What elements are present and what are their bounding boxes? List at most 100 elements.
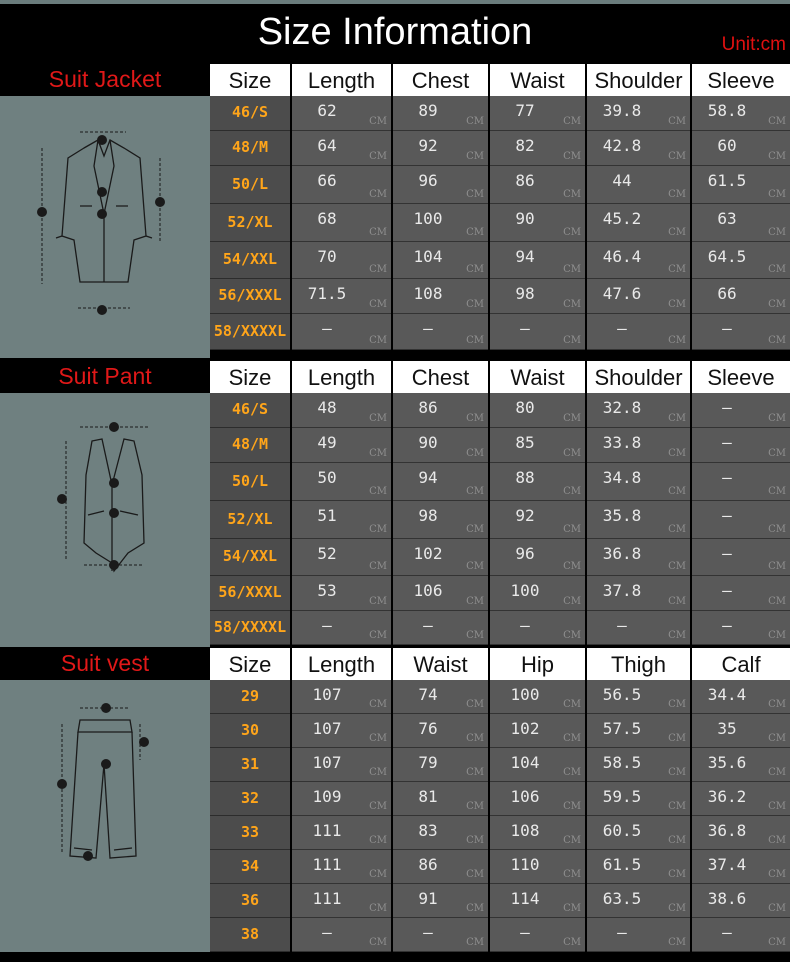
measurement-cell: — CM	[692, 539, 790, 576]
column-header: Sleeve	[692, 361, 790, 393]
pants-diagram-icon	[0, 680, 210, 952]
measurement-value: 63	[717, 209, 737, 228]
column-header: Calf	[692, 648, 790, 680]
measurement-value: 32.8	[602, 398, 642, 417]
unit-label: CM	[466, 413, 484, 424]
measurement-cell: 64 CM	[292, 131, 391, 166]
table-row: 50/L 66 CM 96 CM 86 CM 44 CM 61.5 CM	[210, 166, 790, 204]
unit-label: CM	[466, 524, 484, 535]
measurement-value: —	[520, 923, 530, 942]
measurement-value: —	[617, 923, 627, 942]
unit-label: CM	[466, 189, 484, 200]
measurement-value: 109	[312, 787, 342, 806]
unit-label: CM	[768, 596, 786, 607]
unit-label: CM	[369, 699, 387, 710]
unit-label: CM	[768, 116, 786, 127]
measurement-value: 96	[515, 544, 535, 563]
measurement-cell: — CM	[490, 314, 585, 350]
measurement-value: 64	[317, 136, 337, 155]
measurement-value: —	[520, 616, 530, 635]
measurement-value: 35.6	[707, 753, 747, 772]
unit-label: Unit:cm	[721, 34, 786, 55]
section-title: Suit Jacket	[0, 64, 210, 96]
unit-label: CM	[668, 630, 686, 641]
table-row: 58/XXXXL — CM — CM — CM — CM — CM	[210, 314, 790, 350]
unit-label: CM	[466, 869, 484, 880]
unit-label: CM	[563, 903, 581, 914]
measurement-cell: 64.5 CM	[692, 242, 790, 279]
column-header: Thigh	[587, 648, 690, 680]
table-row: 34 111 CM 86 CM 110 CM 61.5 CM 37.4 CM	[210, 850, 790, 884]
unit-label: CM	[668, 835, 686, 846]
page-title: Size Information	[257, 11, 533, 53]
measurement-cell: 107 CM	[292, 748, 391, 782]
unit-label: CM	[768, 937, 786, 948]
unit-label: CM	[369, 630, 387, 641]
measurement-value: 45.2	[602, 209, 642, 228]
unit-label: CM	[466, 116, 484, 127]
unit-label: CM	[466, 448, 484, 459]
measurement-value: 62	[317, 101, 337, 120]
measurement-cell: 53 CM	[292, 576, 391, 611]
unit-label: CM	[466, 299, 484, 310]
measurement-value: 38.6	[707, 889, 747, 908]
measurement-cell: 34.4 CM	[692, 680, 790, 714]
unit-label: CM	[369, 733, 387, 744]
unit-label: CM	[768, 630, 786, 641]
unit-label: CM	[466, 561, 484, 572]
measurement-value: 36.8	[707, 821, 747, 840]
unit-label: CM	[369, 903, 387, 914]
measurement-cell: 100 CM	[490, 680, 585, 714]
measurement-value: 92	[418, 136, 438, 155]
measurement-value: 61.5	[602, 855, 642, 874]
unit-label: CM	[768, 189, 786, 200]
unit-label: CM	[466, 937, 484, 948]
column-header: Waist	[490, 361, 585, 393]
measurement-value: 104	[413, 247, 443, 266]
measurement-cell: 104 CM	[393, 242, 488, 279]
measurement-cell: 50 CM	[292, 463, 391, 501]
unit-label: CM	[466, 767, 484, 778]
measurement-cell: 94 CM	[490, 242, 585, 279]
measurement-value: 71.5	[307, 284, 347, 303]
measurement-cell: 100 CM	[490, 576, 585, 611]
measurement-cell: 36.8 CM	[587, 539, 690, 576]
size-cell: 31	[210, 748, 290, 782]
measurement-value: —	[722, 319, 732, 338]
unit-label: CM	[369, 801, 387, 812]
column-header: Chest	[393, 361, 488, 393]
measurement-cell: 60.5 CM	[587, 816, 690, 850]
unit-label: CM	[563, 486, 581, 497]
unit-label: CM	[563, 151, 581, 162]
measurement-value: 98	[418, 506, 438, 525]
measurement-value: —	[617, 319, 627, 338]
unit-label: CM	[668, 869, 686, 880]
measurement-cell: — CM	[292, 611, 391, 645]
size-cell: 58/XXXXL	[210, 611, 290, 645]
unit-label: CM	[768, 767, 786, 778]
measurement-cell: — CM	[587, 918, 690, 952]
measurement-value: 36.2	[707, 787, 747, 806]
measurement-cell: 57.5 CM	[587, 714, 690, 748]
column-header: Waist	[490, 64, 585, 96]
measurement-cell: 88 CM	[490, 463, 585, 501]
measurement-value: —	[423, 923, 433, 942]
measurement-value: 92	[515, 506, 535, 525]
measurement-value: 107	[312, 753, 342, 772]
section-suit-vest: Suit vest Size Length Waist Hip Thigh Calf 29…	[0, 648, 790, 952]
measurement-value: 107	[312, 719, 342, 738]
measurement-value: 80	[515, 398, 535, 417]
section-suit-pant: Suit Pant Size Length Chest Waist Shoulder Sl…	[0, 361, 790, 647]
measurement-cell: 51 CM	[292, 501, 391, 539]
measurement-value: 39.8	[602, 101, 642, 120]
measurement-value: 49	[317, 433, 337, 452]
measurement-cell: 68 CM	[292, 204, 391, 242]
measurement-cell: 61.5 CM	[587, 850, 690, 884]
measurement-value: —	[423, 616, 433, 635]
table-row: 52/XL 51 CM 98 CM 92 CM 35.8 CM — CM	[210, 501, 790, 539]
measurement-cell: 98 CM	[490, 279, 585, 314]
size-cell: 29	[210, 680, 290, 714]
column-header: Shoulder	[587, 361, 690, 393]
size-cell: 33	[210, 816, 290, 850]
measurement-value: 51	[317, 506, 337, 525]
